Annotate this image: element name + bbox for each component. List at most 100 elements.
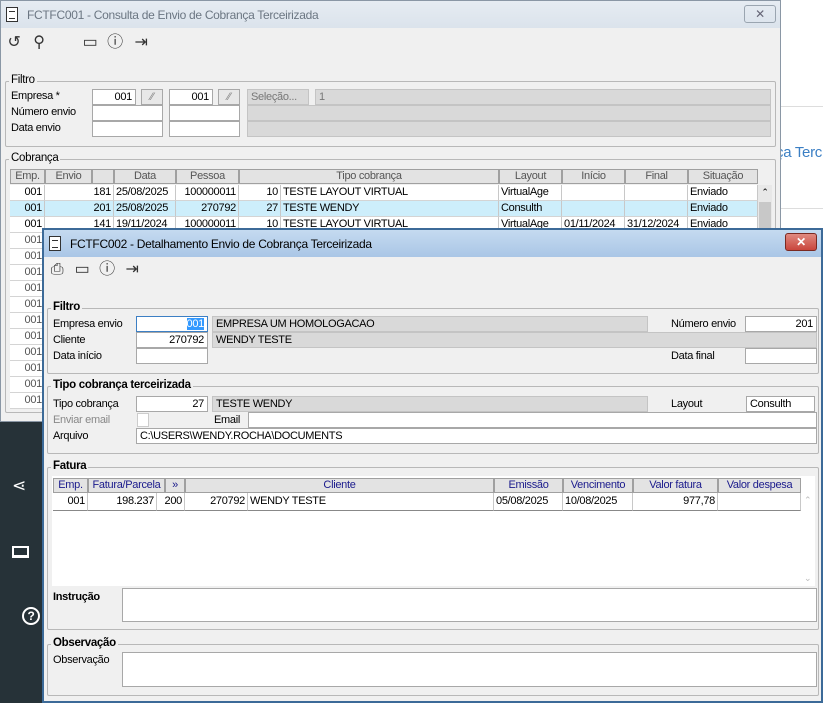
email-label: Email	[214, 414, 241, 426]
table-row-emp[interactable]: 001	[10, 345, 45, 361]
column-header[interactable]: Tipo cobrança	[239, 169, 499, 184]
empresa-desc: EMPRESA UM HOMOLOGACAO	[212, 316, 648, 332]
column-header[interactable]: Cliente	[185, 478, 494, 493]
help-icon[interactable]: ⓘ	[97, 260, 117, 280]
background-divider	[780, 208, 823, 209]
scroll-up-icon[interactable]: ⌃	[758, 185, 772, 199]
column-header[interactable]: Pessoa	[176, 169, 239, 184]
email-input[interactable]	[248, 412, 817, 428]
table-cell	[718, 493, 801, 511]
table-row-emp[interactable]: 001	[10, 233, 45, 249]
column-header[interactable]: Data	[114, 169, 176, 184]
close-button[interactable]: ✕	[744, 5, 776, 23]
table-cell: 181	[45, 185, 114, 201]
numero-to-input[interactable]	[169, 105, 240, 121]
table-row-emp[interactable]: 001	[10, 313, 45, 329]
cliente-label: Cliente	[53, 334, 86, 346]
column-header[interactable]: Emp.	[53, 478, 88, 493]
cliente-desc: WENDY TESTE	[212, 332, 817, 348]
table-row-emp[interactable]: 001	[10, 265, 45, 281]
fatura-legend: Fatura	[51, 460, 89, 472]
fatura-scroll-up-icon[interactable]: ⌃	[804, 495, 812, 506]
table-row-emp[interactable]: 001	[10, 249, 45, 265]
table-cell: 100000011	[176, 185, 239, 201]
layout-input[interactable]: Consulth	[746, 396, 815, 412]
empresa-from-input[interactable]: 001	[92, 89, 136, 105]
close-button[interactable]: ✕	[785, 233, 817, 251]
window-title: FCTFC002 - Detalhamento Envio de Cobranç…	[70, 236, 372, 251]
empresa-to-input[interactable]: 001	[169, 89, 213, 105]
laptop-icon[interactable]	[12, 546, 29, 558]
calendar-icon[interactable]: ▭	[72, 260, 92, 280]
arquivo-input[interactable]: C:\USERS\WENDY.ROCHA\DOCUMENTS	[136, 428, 817, 444]
calendar-icon[interactable]: ▭	[80, 33, 100, 53]
table-row-emp[interactable]: 001	[10, 393, 45, 409]
column-header[interactable]: Situação	[688, 169, 758, 184]
column-header[interactable]: Valor despesa	[718, 478, 801, 493]
numero-from-input[interactable]	[92, 105, 163, 121]
column-header[interactable]: »	[165, 478, 185, 493]
help-icon[interactable]: ?	[22, 607, 40, 625]
layout-label: Layout	[671, 398, 703, 410]
print-icon[interactable]: ⎙	[47, 260, 67, 280]
filtro-legend: Filtro	[51, 301, 82, 313]
data-from-input[interactable]	[92, 121, 163, 137]
data-envio-label: Data envio	[11, 122, 61, 134]
column-header[interactable]: Início	[562, 169, 625, 184]
help-icon[interactable]: ⓘ	[105, 33, 125, 53]
search-icon[interactable]: ⚲	[29, 33, 49, 53]
table-cell	[625, 201, 688, 217]
table-cell	[625, 185, 688, 201]
column-header[interactable]: Envio	[45, 169, 92, 184]
table-cell: 05/08/2025	[494, 493, 563, 511]
data-inicio-label: Data início	[53, 350, 102, 362]
column-header[interactable]: Emissão	[494, 478, 563, 493]
exit-icon[interactable]: ⇥	[122, 260, 142, 280]
column-header[interactable]: Layout	[499, 169, 562, 184]
column-header[interactable]: Emp.	[10, 169, 45, 184]
selecao-button[interactable]: Seleção...	[247, 89, 309, 105]
empresa-envio-label: Empresa envio	[53, 318, 123, 330]
table-row-emp[interactable]: 001	[10, 329, 45, 345]
empresa-to-lookup[interactable]: ⁄⁄	[218, 89, 240, 105]
table-cell: 200	[157, 493, 185, 511]
share-icon[interactable]: ⋖	[12, 476, 26, 496]
observacao-textarea[interactable]	[122, 652, 817, 687]
enviar-email-checkbox[interactable]	[137, 413, 149, 427]
column-header[interactable]: Fatura/Parcela	[88, 478, 165, 493]
empresa-from-lookup[interactable]: ⁄⁄	[141, 89, 163, 105]
column-header[interactable]: Vencimento	[563, 478, 633, 493]
data-to-input[interactable]	[169, 121, 240, 137]
table-row-emp[interactable]: 001	[10, 281, 45, 297]
instrucao-textarea[interactable]	[122, 588, 817, 622]
title-bar: FCTFC002 - Detalhamento Envio de Cobranç…	[44, 230, 821, 257]
exit-icon[interactable]: ⇥	[131, 33, 151, 53]
table-row-emp[interactable]: 001	[10, 377, 45, 393]
column-header[interactable]: Valor fatura	[633, 478, 718, 493]
table-cell: TESTE WENDY	[281, 201, 499, 217]
table-cell: 001	[10, 217, 45, 233]
title-bar: FCTFC001 - Consulta de Envio de Cobrança…	[1, 1, 780, 28]
cliente-input[interactable]: 270792	[136, 332, 208, 348]
table-cell: 10	[239, 185, 281, 201]
table-cell: 198.237	[88, 493, 157, 511]
empresa-label: Empresa *	[11, 90, 60, 102]
numero-envio-input[interactable]: 201	[745, 316, 817, 332]
filtro-legend: Filtro	[9, 74, 37, 86]
table-cell: WENDY TESTE	[248, 493, 494, 511]
tipo-cobranca-label: Tipo cobrança	[53, 398, 119, 410]
column-header[interactable]: Final	[625, 169, 688, 184]
observacao-legend: Observação	[51, 637, 118, 649]
table-row-emp[interactable]: 001	[10, 361, 45, 377]
empresa-envio-input[interactable]: 001	[136, 316, 208, 332]
table-cell	[562, 185, 625, 201]
tipo-legend: Tipo cobrança terceirizada	[51, 379, 193, 391]
tipo-cobranca-input[interactable]: 27	[136, 396, 208, 412]
table-row-emp[interactable]: 001	[10, 297, 45, 313]
fatura-scroll-down-icon[interactable]: ⌄	[804, 573, 812, 584]
data-final-input[interactable]	[745, 348, 817, 364]
data-inicio-input[interactable]	[136, 348, 208, 364]
table-cell: 270792	[185, 493, 248, 511]
column-header[interactable]	[92, 169, 114, 184]
refresh-icon[interactable]: ↺	[4, 33, 24, 53]
